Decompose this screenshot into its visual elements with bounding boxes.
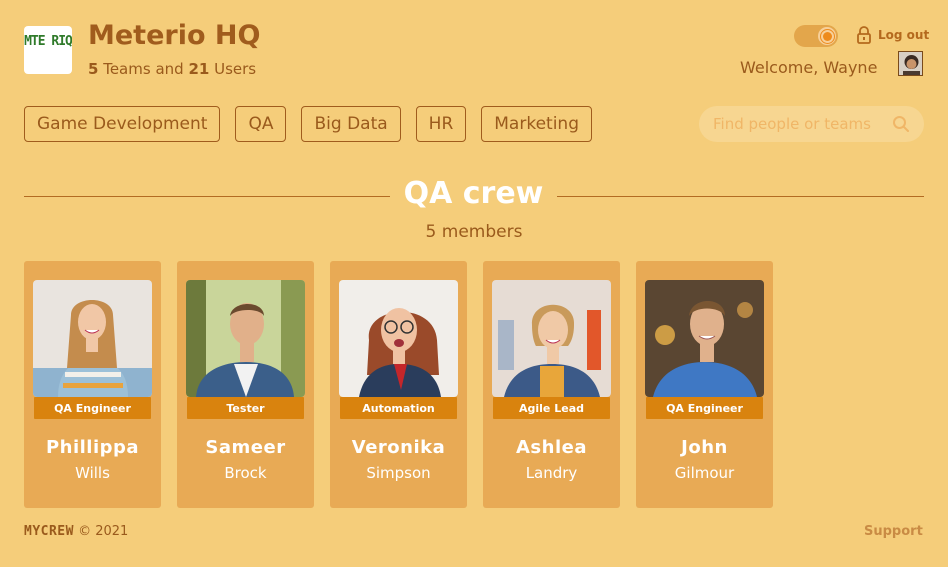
footer-brand: MYCREW © 2021 (24, 524, 128, 539)
member-first-name: Ashlea (516, 437, 587, 458)
logo-text: MTE RIQ (24, 34, 72, 49)
app-logo[interactable]: MTE RIQ (24, 26, 72, 74)
member-photo (339, 280, 458, 397)
logout-button[interactable]: Log out (856, 26, 929, 44)
member-first-name: Phillippa (45, 437, 140, 458)
tab-hr[interactable]: HR (415, 106, 467, 142)
member-card[interactable]: Agile Lead Ashlea Landry (483, 261, 620, 508)
role-badge: Agile Lead (493, 397, 610, 419)
footer-brand-name: MYCREW (24, 524, 74, 539)
member-first-name: Veronika (351, 437, 446, 458)
member-count: 5 members (425, 222, 523, 242)
member-card[interactable]: Tester Sameer Brock (177, 261, 314, 508)
role-badge: QA Engineer (34, 397, 151, 419)
member-last-name: Landry (525, 464, 578, 482)
member-photo (645, 280, 764, 397)
theme-toggle[interactable] (794, 25, 838, 47)
search-icon[interactable] (892, 115, 910, 133)
member-card[interactable]: QA Engineer John Gilmour (636, 261, 773, 508)
team-tabs: Game Development QA Big Data HR Marketin… (24, 106, 592, 142)
sun-icon (818, 27, 836, 45)
role-badge: Automation (340, 397, 457, 419)
tab-game-development[interactable]: Game Development (24, 106, 221, 142)
member-last-name: Brock (224, 464, 267, 482)
search-box (699, 106, 924, 142)
role-badge: Tester (187, 397, 304, 419)
app-title: Meterio HQ (88, 20, 261, 51)
member-first-name: John (681, 437, 728, 458)
member-first-name: Sameer (205, 437, 286, 458)
logout-label: Log out (878, 28, 930, 42)
teams-label: Teams and (103, 60, 184, 78)
footer-copyright: © 2021 (78, 524, 129, 539)
divider-left (24, 196, 390, 197)
users-count: 21 (188, 60, 210, 78)
member-photo (492, 280, 611, 397)
member-last-name: Simpson (366, 464, 431, 482)
member-card[interactable]: Automation Veronika Simpson (330, 261, 467, 508)
divider-right (557, 196, 924, 197)
welcome-message: Welcome, Wayne (740, 58, 878, 77)
role-badge: QA Engineer (646, 397, 763, 419)
users-label: Users (214, 60, 257, 78)
member-photo (186, 280, 305, 397)
tab-marketing[interactable]: Marketing (481, 106, 592, 142)
tab-big-data[interactable]: Big Data (301, 106, 401, 142)
member-last-name: Gilmour (674, 464, 735, 482)
member-card[interactable]: QA Engineer Phillippa Wills (24, 261, 161, 508)
member-last-name: Wills (75, 464, 110, 482)
search-input[interactable] (713, 115, 883, 133)
tab-qa[interactable]: QA (235, 106, 287, 142)
lock-icon (857, 26, 871, 44)
team-title: QA crew (403, 176, 544, 211)
stats-summary: 5 Teams and 21 Users (88, 60, 256, 78)
member-photo (33, 280, 152, 397)
user-avatar[interactable] (898, 51, 923, 76)
support-link[interactable]: Support (864, 524, 923, 539)
teams-count: 5 (88, 60, 99, 78)
member-cards: QA Engineer Phillippa Wills Tester Samee… (24, 261, 773, 508)
